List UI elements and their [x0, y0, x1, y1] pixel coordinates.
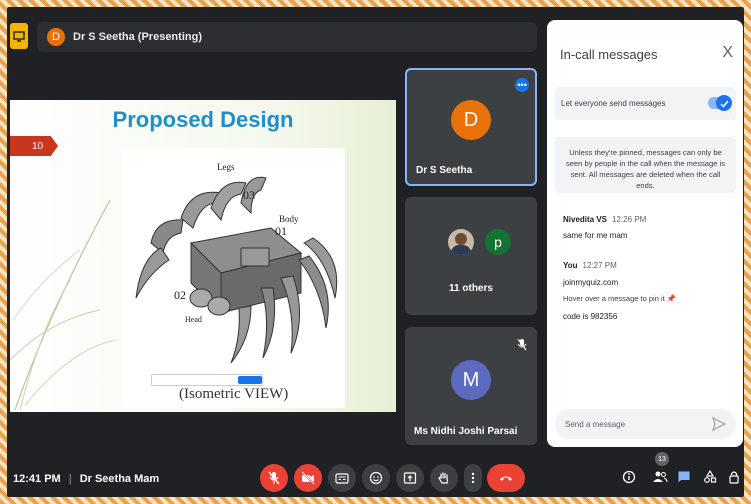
message-input-placeholder: Send a message	[565, 419, 626, 429]
head-label: Head	[185, 315, 202, 324]
slide-caption: (Isometric VIEW)	[179, 386, 289, 402]
participant-avatar: D	[451, 100, 491, 140]
captions-icon	[335, 473, 349, 484]
more-vert-icon	[471, 472, 475, 484]
body-label: Body	[279, 214, 299, 224]
emoji-icon	[369, 471, 383, 485]
people-button[interactable]	[651, 468, 669, 486]
more-options-icon[interactable]: •••	[515, 78, 529, 92]
message-header: You 12:27 PM	[563, 261, 617, 270]
camera-off-icon	[301, 471, 315, 485]
chat-button[interactable]	[675, 468, 693, 486]
present-now-button[interactable]	[396, 464, 424, 492]
robot-figure: Legs 03 Body 01 02 Head ​ (Isometric VIE…	[121, 148, 345, 408]
hang-up-icon	[500, 476, 512, 481]
chat-icon	[678, 471, 690, 483]
send-messages-toggle-row: Let everyone send messages	[555, 87, 736, 120]
present-screen-icon	[403, 472, 417, 484]
meeting-details-button[interactable]	[620, 468, 638, 486]
others-count-label: 11 others	[449, 283, 493, 294]
label-02: 02	[174, 288, 186, 302]
more-options-button[interactable]	[464, 464, 482, 492]
participant-tile-nidhi[interactable]: M Ms Nidhi Joshi Parsai	[405, 327, 537, 445]
toggle-label: Let everyone send messages	[561, 99, 666, 108]
separator: |	[68, 473, 72, 485]
pin-hint-text: Hover over a message to pin it 📌	[563, 294, 677, 303]
slide-title: Proposed Design	[112, 107, 294, 132]
shared-slide: Proposed Design 10 Legs 03 Body 01 02 He…	[10, 100, 396, 412]
message-text[interactable]: code is 982356	[563, 312, 617, 321]
leave-call-button[interactable]	[487, 464, 525, 492]
message-header: Nivedita VS 12:26 PM	[563, 215, 646, 224]
send-icon[interactable]	[712, 417, 726, 431]
presenter-name: Dr S Seetha (Presenting)	[73, 31, 202, 43]
activities-button[interactable]	[701, 468, 719, 486]
clock-time: 12:41 PM	[13, 473, 61, 485]
participant-avatar: p	[485, 229, 511, 255]
message-text[interactable]: joinmyquiz.com	[563, 278, 618, 287]
activities-icon	[704, 470, 717, 483]
meeting-name: Dr Seetha Mam	[79, 473, 160, 485]
camera-toggle-button[interactable]	[294, 464, 322, 492]
participant-tile-presenter[interactable]: ••• D Dr S Seetha	[405, 68, 537, 186]
participant-name: Dr S Seetha	[416, 165, 473, 176]
info-notice: Unless they're pinned, messages can only…	[555, 137, 736, 193]
panel-title: In-call messages	[560, 47, 658, 62]
message-time: 12:27 PM	[582, 261, 617, 270]
send-messages-toggle[interactable]	[708, 95, 732, 111]
captions-button[interactable]	[328, 464, 356, 492]
close-icon[interactable]: X	[722, 44, 733, 62]
message-sender: Nivedita VS	[563, 215, 608, 224]
label-01: 01	[275, 224, 287, 238]
hand-icon	[438, 472, 449, 484]
host-controls-button[interactable]	[725, 468, 743, 486]
leaves-decoration	[10, 199, 116, 410]
reactions-button[interactable]	[362, 464, 390, 492]
mic-off-icon	[517, 339, 527, 351]
message-text[interactable]: same for me mam	[563, 231, 627, 240]
message-time: 12:26 PM	[612, 215, 647, 224]
presentation-icon[interactable]	[10, 23, 28, 49]
participant-photo	[448, 229, 474, 255]
lock-person-icon	[729, 471, 739, 484]
presenter-avatar: D	[47, 28, 65, 46]
participant-name: Ms Nidhi Joshi Parsai	[414, 426, 518, 437]
legs-label: Legs	[217, 162, 235, 172]
people-icon	[653, 471, 668, 483]
message-input[interactable]: Send a message	[555, 409, 736, 439]
participant-avatar: M	[451, 360, 491, 400]
participant-tile-others[interactable]: p 11 others	[405, 197, 537, 315]
meet-window: D Dr S Seetha (Presenting) Proposed Desi…	[7, 7, 744, 497]
message-sender: You	[563, 261, 578, 270]
label-03: 03	[243, 188, 255, 202]
mic-toggle-button[interactable]	[260, 464, 288, 492]
check-icon	[716, 95, 732, 111]
participant-count-badge: 13	[655, 452, 669, 466]
slide-number: 10	[10, 136, 58, 156]
stop-sharing-button	[238, 376, 262, 384]
raise-hand-button[interactable]	[430, 464, 458, 492]
meeting-info: 12:41 PM | Dr Seetha Mam	[13, 473, 159, 485]
mic-off-icon	[268, 471, 280, 485]
slide-share-notice: ​	[151, 374, 263, 386]
info-icon	[622, 470, 636, 484]
chat-panel: In-call messages X Let everyone send mes…	[547, 20, 743, 447]
presenter-bar: D Dr S Seetha (Presenting)	[37, 22, 537, 52]
spider-robot-drawing	[135, 176, 338, 364]
